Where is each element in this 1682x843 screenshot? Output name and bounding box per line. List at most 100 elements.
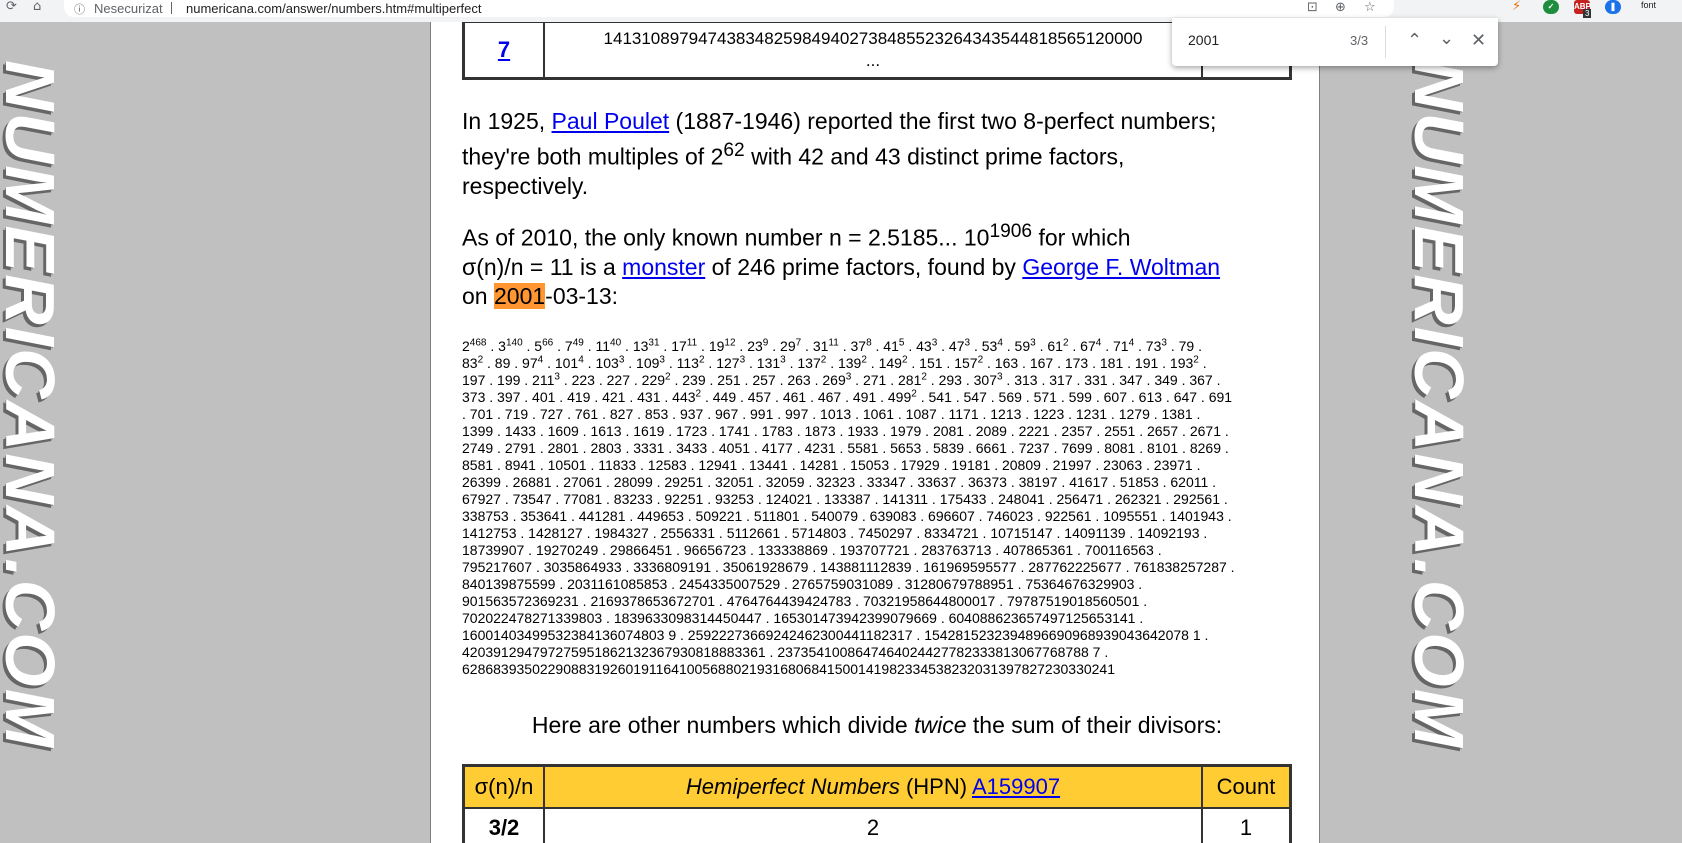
text: the sum of their divisors: (966, 712, 1223, 738)
factor-exponent: 11 (828, 337, 839, 349)
home-icon[interactable]: ⌂ (33, 0, 41, 14)
factor-text: . 151 . 157 (907, 355, 978, 371)
factor-text: . 149 (866, 355, 902, 371)
factor-text: 83 (462, 355, 478, 371)
factor-line: 2468 . 3140 . 566 . 749 . 1140 . 1331 . … (462, 338, 1292, 355)
paragraph-poulet: In 1925, Paul Poulet (1887-1946) reporte… (462, 107, 1282, 201)
factor-line: 18739907 . 19270249 . 29866451 . 9665672… (462, 542, 1292, 559)
table-header-row: σ(n)/n Hemiperfect Numbers (HPN) A159907… (464, 766, 1290, 808)
text: Here are other numbers which divide (531, 712, 915, 738)
factor-exponent: 66 (542, 337, 554, 349)
header-hpn-title: Hemiperfect Numbers (685, 774, 900, 799)
text: on (462, 282, 494, 309)
factor-line: 901563572369231 . 2169378653672701 . 476… (462, 593, 1292, 610)
hemiperfect-intro: Here are other numbers which divide twic… (462, 712, 1292, 739)
value-ellipsis: ... (865, 51, 881, 70)
text: σ(n)/n = 11 is a (462, 253, 623, 280)
text: (1887-1946) reported the first two 8-per… (669, 108, 1217, 134)
right-watermark-panel: NUMERICANA.COM (1318, 22, 1682, 843)
factor-text: . 59 (1002, 338, 1031, 354)
a159907-link[interactable]: A159907 (972, 774, 1060, 799)
george-woltman-link[interactable]: George F. Woltman (1022, 254, 1220, 280)
reload-icon[interactable]: ⟳ (6, 0, 17, 14)
security-label: Nesecurizat (94, 1, 163, 16)
bookmark-star-icon[interactable]: ☆ (1364, 0, 1376, 15)
factor-text: . 5 (522, 338, 543, 354)
factor-text: . 313 . 317 . 331 . 347 . 349 . 367 . (1002, 372, 1221, 388)
factor-text: . 109 (624, 355, 660, 371)
paragraph-woltman: As of 2010, the only known number n = 2.… (462, 217, 1282, 311)
find-in-page-icon[interactable]: ⊡ (1307, 0, 1318, 15)
extension-bolt-icon[interactable]: ⚡ (1512, 0, 1521, 14)
extension-badge: 3 (1583, 9, 1592, 18)
factor-line: 2749 . 2791 . 2801 . 2803 . 3331 . 3433 … (462, 440, 1292, 457)
factor-text: . 271 . 281 (851, 372, 922, 388)
factor-text: 373 . 397 . 401 . 419 . 421 . 431 . 443 (462, 389, 696, 405)
text: respectively. (462, 172, 589, 199)
extension-blue-icon[interactable]: ❚ (1605, 0, 1621, 14)
factor-text: . 13 (621, 338, 649, 354)
factor-line: 338753 . 353641 . 441281 . 449653 . 5092… (462, 508, 1292, 525)
find-prev-icon[interactable]: ⌃ (1407, 30, 1422, 51)
text: As of 2010, the only known number n = 2.… (462, 224, 990, 251)
factor-line: 1412753 . 1428127 . 1984327 . 2556331 . … (462, 525, 1292, 542)
factor-line: 840139875599 . 2031161085853 . 245433500… (462, 576, 1292, 593)
header-hpn-abbr: (HPN) (899, 774, 972, 799)
find-divider (1385, 26, 1386, 58)
text: they're both multiples of 2 (462, 143, 724, 170)
factor-text: 795217607 . 3035864933 . 3336809191 . 35… (462, 559, 1235, 575)
monster-link[interactable]: monster (622, 254, 705, 280)
left-watermark-panel: NUMERICANA.COM (0, 22, 430, 843)
factor-text: 420391294797275951862132367930818883361 … (462, 644, 1109, 660)
find-close-icon[interactable]: ✕ (1471, 30, 1486, 51)
factor-exponent: 11 (686, 337, 698, 349)
factor-exponent: 140 (505, 337, 523, 349)
table-row: 7 14131089794743834825984940273848552326… (464, 22, 1290, 78)
factor-text: 702022478271339803 . 1839633098314450447… (462, 610, 1144, 626)
factor-text: 18739907 . 19270249 . 29866451 . 9665672… (462, 542, 1162, 558)
factor-text: 6286839350229088319260191164100568802193… (462, 661, 1115, 677)
cell-count: 1 (1202, 808, 1290, 843)
factor-line: 26399 . 26881 . 27061 . 28099 . 29251 . … (462, 474, 1292, 491)
factor-exponent: 40 (610, 337, 622, 349)
info-icon[interactable]: ⓘ (74, 1, 85, 17)
watermark-text: NUMERICANA.COM (0, 60, 69, 750)
factor-text: . 61 (1035, 338, 1063, 354)
factor-text: 2749 . 2791 . 2801 . 2803 . 3331 . 3433 … (462, 440, 1229, 456)
factor-text: . 7 (553, 338, 573, 354)
factor-text: . 89 . 97 (483, 355, 538, 371)
text: -03-13: (545, 282, 619, 309)
value-line: 1413108979474383482598494027384855232643… (603, 29, 1143, 48)
factor-text: 26399 . 26881 . 27061 . 28099 . 29251 . … (462, 474, 1217, 490)
factor-line: 795217607 . 3035864933 . 3336809191 . 35… (462, 559, 1292, 576)
factor-text: . 449 . 457 . 461 . 467 . 491 . 499 (701, 389, 912, 405)
factor-text: . 37 (838, 338, 867, 354)
factor-line: 6286839350229088319260191164100568802193… (462, 661, 1292, 678)
factor-line: 1399 . 1433 . 1609 . 1613 . 1619 . 1723 … (462, 423, 1292, 440)
factor-text: 1399 . 1433 . 1609 . 1613 . 1619 . 1723 … (462, 423, 1229, 439)
factor-text: . 223 . 227 . 229 (559, 372, 666, 388)
factor-text: 338753 . 353641 . 441281 . 449653 . 5092… (462, 508, 1232, 524)
watermark-text: NUMERICANA.COM (1400, 60, 1478, 750)
factor-line: 702022478271339803 . 1839633098314450447… (462, 610, 1292, 627)
page-content: 7 14131089794743834825984940273848552326… (430, 22, 1320, 843)
header-hpn: Hemiperfect Numbers (HPN) A159907 (544, 766, 1202, 808)
factor-text: . 163 . 167 . 173 . 181 . 191 . 193 (983, 355, 1194, 371)
paul-poulet-link[interactable]: Paul Poulet (552, 108, 670, 134)
factor-text: . 11 (583, 338, 611, 354)
cell-ratio: 3/2 (464, 808, 544, 843)
table-row: 3/2 2 1 (464, 808, 1290, 843)
address-bar[interactable]: ⓘ Nesecurizat numericana.com/answer/numb… (64, 0, 1394, 17)
top-table: 7 14131089794743834825984940273848552326… (462, 22, 1292, 80)
factor-text: . 19 (697, 338, 725, 354)
factor-line: . 701 . 719 . 727 . 761 . 827 . 853 . 93… (462, 406, 1292, 423)
zoom-icon[interactable]: ⊕ (1335, 0, 1346, 15)
factor-text: . 53 (970, 338, 998, 354)
find-input[interactable]: 2001 (1188, 32, 1219, 48)
font-extension[interactable]: font (1641, 0, 1656, 10)
header-count: Count (1202, 766, 1290, 808)
extension-check-icon[interactable]: ✓ (1543, 0, 1559, 14)
row-link-7[interactable]: 7 (498, 37, 510, 62)
find-next-icon[interactable]: ⌄ (1439, 28, 1454, 49)
url-text[interactable]: numericana.com/answer/numbers.htm#multip… (186, 1, 482, 16)
